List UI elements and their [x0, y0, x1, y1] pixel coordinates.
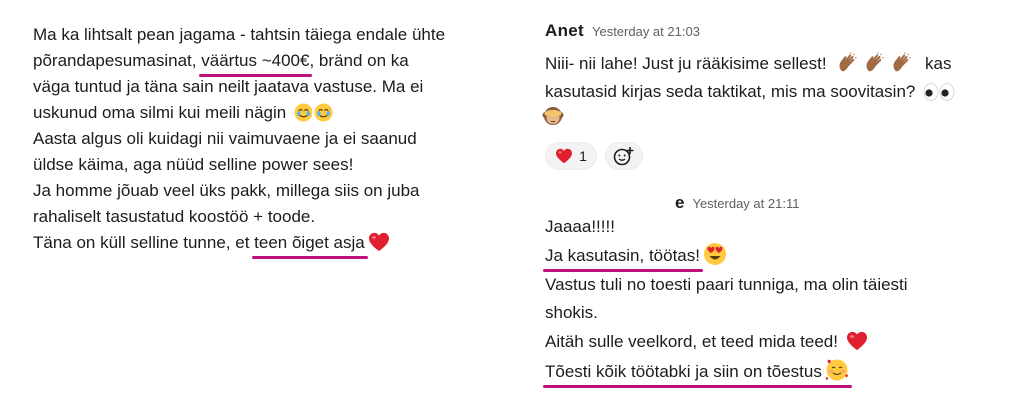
message-line: Aitäh sulle veelkord, et teed mida teed!: [545, 329, 868, 355]
message-header: e Yesterday at 21:11: [675, 193, 799, 213]
left-message-line: Ja homme jõuab veel üks pakk, millega si…: [33, 181, 420, 200]
highlighted-phrase: teen õiget asja: [252, 230, 368, 259]
add-reaction-button[interactable]: [605, 142, 643, 170]
left-message-line: Aasta algus oli kuidagi nii vaimuvaene j…: [33, 129, 417, 148]
left-message-text: põrandapesumasinat,: [33, 51, 197, 70]
highlighted-phrase: Tõesti kõik töötabki ja siin on tõestus: [543, 358, 852, 388]
message-text: Niii- nii lahe! Just ju rääkisime selles…: [545, 54, 827, 73]
smile-hearts-icon: [825, 358, 849, 382]
message-header: Anet Yesterday at 21:03: [545, 21, 700, 41]
highlighted-text: Tõesti kõik töötabki ja siin on tõestus: [545, 362, 822, 381]
heart-reaction-button[interactable]: 1: [545, 142, 597, 170]
message-timestamp[interactable]: Yesterday at 21:11: [692, 196, 799, 211]
message-line: Ja kasutasin, töötas!: [543, 242, 727, 272]
reaction-count: 1: [579, 148, 587, 164]
clap-icon: [891, 52, 912, 73]
add-reaction-icon: [613, 147, 634, 166]
left-message-line: uskunud oma silmi kui meili nägin: [33, 100, 333, 126]
message-line: Vastus tuli no toesti paari tunniga, ma …: [545, 275, 908, 294]
left-message-text: , bränd on ka: [309, 51, 409, 70]
left-message-line: väga tuntud ja täna sain neilt jaatava v…: [33, 77, 424, 96]
see-no-evil-monkey-icon: [542, 105, 564, 127]
left-message-line: üldse käima, aga nüüd selline power sees…: [33, 155, 354, 174]
highlighted-value-text: väärtus ~400€: [199, 48, 313, 77]
message-line: Niii- nii lahe! Just ju rääkisime selles…: [545, 51, 951, 77]
clap-icon: [864, 52, 885, 73]
message-line: shokis.: [545, 303, 598, 322]
left-message-text: Täna on küll selline tunne, et: [33, 233, 250, 252]
message-line: Tõesti kõik töötabki ja siin on tõestus: [543, 358, 852, 388]
eyes-icon: [923, 83, 955, 101]
highlighted-phrase: Ja kasutasin, töötas!: [543, 243, 703, 272]
left-message-line: Täna on küll selline tunne, et teen õige…: [33, 230, 390, 259]
message-text: kasutasid kirjas seda taktikat, mis ma s…: [545, 82, 916, 101]
left-message-line: Ma ka lihtsalt pean jagama - tahtsin täi…: [33, 25, 446, 44]
author-name[interactable]: e: [675, 193, 684, 212]
message-timestamp[interactable]: Yesterday at 21:03: [592, 24, 700, 39]
heart-eyes-icon: [703, 242, 727, 266]
red-heart-icon: [368, 232, 390, 252]
left-message-line: rahaliselt tasustatud koostöö + toode.: [33, 207, 316, 226]
message-line: [542, 105, 564, 131]
message-line: kasutasid kirjas seda taktikat, mis ma s…: [545, 79, 955, 105]
left-message-text: uskunud oma silmi kui meili nägin: [33, 103, 287, 122]
clap-icon: [837, 52, 858, 73]
author-name[interactable]: Anet: [545, 21, 584, 40]
tear-smile-icon: [294, 103, 313, 122]
message-line: Jaaaa!!!!!: [545, 217, 615, 236]
left-message-line: põrandapesumasinat, väärtus ~400€, bränd…: [33, 48, 409, 77]
red-heart-icon: [846, 331, 868, 351]
tear-smile-icon: [314, 103, 333, 122]
message-text: Aitäh sulle veelkord, et teed mida teed!: [545, 332, 838, 351]
red-heart-icon: [555, 148, 573, 164]
message-text: kas: [925, 54, 952, 73]
